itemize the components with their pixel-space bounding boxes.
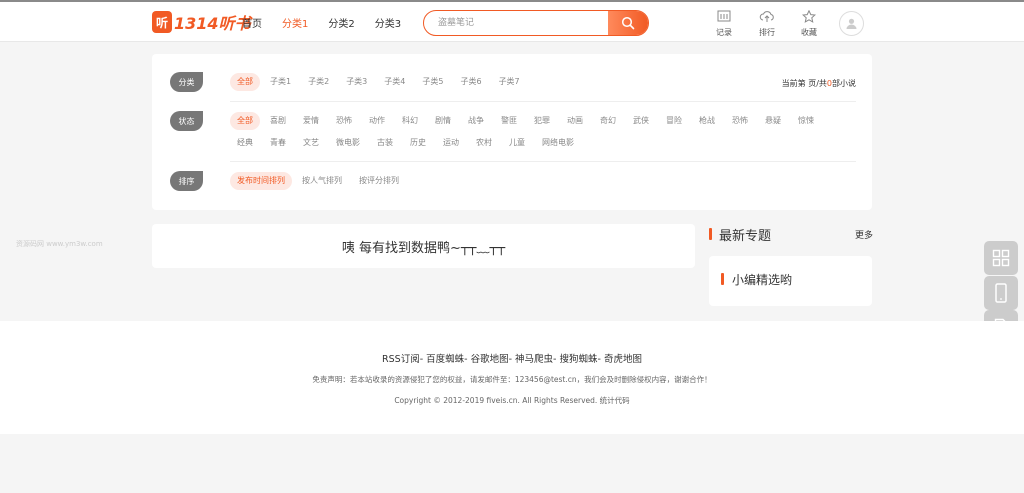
status-option[interactable]: 犯罪 xyxy=(527,112,557,130)
status-option[interactable]: 恐怖 xyxy=(725,112,755,130)
topic-card-title: 小编精选哟 xyxy=(732,273,793,287)
page-info-prefix: 当前第 xyxy=(781,79,806,88)
topics-header: 最新专题 更多 xyxy=(709,224,873,244)
status-option[interactable]: 历史 xyxy=(403,134,433,152)
category-tag: 分类 xyxy=(170,72,203,92)
category-option[interactable]: 子类1 xyxy=(263,73,298,91)
status-option[interactable]: 警匪 xyxy=(494,112,524,130)
search-icon xyxy=(621,16,635,30)
status-option[interactable]: 恐怖 xyxy=(329,112,359,130)
status-options: 全部 喜剧 爱情 恐怖 动作 科幻 剧情 战争 警匪 犯罪 动画 奇幻 武侠 冒险 枪战 恐怖 悬疑 惊悚 经典 青春… xyxy=(230,112,856,156)
footer-copyright: Copyright © 2012-2019 fiveis.cn. All Rig… xyxy=(394,396,630,405)
topics-title: 最新专题 xyxy=(719,229,772,244)
category-option[interactable]: 子类2 xyxy=(301,73,336,91)
category-option[interactable]: 子类7 xyxy=(492,73,527,91)
sort-options: 发布时间排列 按人气排列 按评分排列 xyxy=(230,172,856,194)
status-option[interactable]: 冒险 xyxy=(659,112,689,130)
site-logo[interactable]: 听 1314听书 xyxy=(152,9,251,35)
divider xyxy=(230,161,856,162)
qrcode-button[interactable] xyxy=(984,241,1018,275)
history-label: 记录 xyxy=(716,28,732,37)
topics-more-link[interactable]: 更多 xyxy=(855,228,873,241)
user-avatar[interactable] xyxy=(839,11,864,36)
status-row: 状态 全部 喜剧 爱情 恐怖 动作 科幻 剧情 战争 警匪 犯罪 动画 奇幻 武侠 冒险 枪战 恐怖 悬疑 惊悚经… xyxy=(170,111,856,155)
status-option[interactable]: 古装 xyxy=(370,134,400,152)
status-option[interactable]: 爱情 xyxy=(296,112,326,130)
status-option[interactable]: 经典 xyxy=(230,134,260,152)
nav-home[interactable]: 首页 xyxy=(242,15,262,30)
sort-option[interactable]: 发布时间排列 xyxy=(230,172,292,190)
logo-text: 1314听书 xyxy=(174,14,251,33)
watermark-text: 资源码网 www.ym3w.com xyxy=(16,240,103,248)
status-option[interactable]: 枪战 xyxy=(692,112,722,130)
search-box xyxy=(423,10,649,36)
status-option[interactable]: 战争 xyxy=(461,112,491,130)
category-options: 全部 子类1 子类2 子类3 子类4 子类5 子类6 子类7 xyxy=(230,73,746,95)
category-option[interactable]: 全部 xyxy=(230,73,260,91)
status-option[interactable]: 文艺 xyxy=(296,134,326,152)
footer: RSS订阅- 百度蜘蛛- 谷歌地图- 神马爬虫- 搜狗蜘蛛- 奇虎地图 免责声明… xyxy=(0,321,1024,434)
status-option[interactable]: 儿童 xyxy=(502,134,532,152)
empty-result-message: 咦 每有找到数据鸭~┬┬﹏┬┬ xyxy=(152,224,695,268)
page-info: 当前第 页/共0部小说 xyxy=(782,78,856,89)
category-row: 分类 全部 子类1 子类2 子类3 子类4 子类5 子类6 子类7 xyxy=(170,72,856,94)
status-option[interactable]: 奇幻 xyxy=(593,112,623,130)
status-option[interactable]: 动作 xyxy=(362,112,392,130)
title-accent-bar xyxy=(721,273,724,285)
status-option[interactable]: 动画 xyxy=(560,112,590,130)
title-accent-bar xyxy=(709,228,712,240)
filter-panel: 分类 全部 子类1 子类2 子类3 子类4 子类5 子类6 子类7 当前第 页/… xyxy=(152,54,872,210)
status-option[interactable]: 悬疑 xyxy=(758,112,788,130)
nav-category-2[interactable]: 分类2 xyxy=(328,15,354,30)
nav-category-1[interactable]: 分类1 xyxy=(282,15,308,30)
category-option[interactable]: 子类3 xyxy=(339,73,374,91)
upload-cloud-icon xyxy=(759,11,774,22)
divider xyxy=(230,101,856,102)
qrcode-icon xyxy=(992,249,1010,267)
status-option[interactable]: 科幻 xyxy=(395,112,425,130)
search-input[interactable] xyxy=(424,11,610,35)
sort-option[interactable]: 按评分排列 xyxy=(352,172,406,190)
ranking-button[interactable]: 排行 xyxy=(755,10,779,38)
user-icon xyxy=(846,18,857,29)
sort-row: 排序 发布时间排列 按人气排列 按评分排列 xyxy=(170,171,856,193)
category-option[interactable]: 子类4 xyxy=(377,73,412,91)
status-option[interactable]: 喜剧 xyxy=(263,112,293,130)
top-header: 听 1314听书 首页 分类1 分类2 分类3 记录 排行 收藏 xyxy=(0,0,1024,42)
status-option[interactable]: 运动 xyxy=(436,134,466,152)
status-option[interactable]: 农村 xyxy=(469,134,499,152)
status-option[interactable]: 剧情 xyxy=(428,112,458,130)
sort-tag: 排序 xyxy=(170,171,203,191)
sort-option[interactable]: 按人气排列 xyxy=(295,172,349,190)
ranking-label: 排行 xyxy=(759,28,775,37)
history-icon xyxy=(717,10,731,22)
nav-category-3[interactable]: 分类3 xyxy=(375,15,401,30)
star-icon xyxy=(801,9,817,23)
category-option[interactable]: 子类6 xyxy=(453,73,488,91)
page-info-suffix: 部小说 xyxy=(832,79,856,88)
logo-badge: 听 xyxy=(152,11,172,33)
favorites-label: 收藏 xyxy=(801,28,817,37)
search-button[interactable] xyxy=(608,11,648,35)
status-option[interactable]: 青春 xyxy=(263,134,293,152)
footer-links[interactable]: RSS订阅- 百度蜘蛛- 谷歌地图- 神马爬虫- 搜狗蜘蛛- 奇虎地图 xyxy=(0,351,1024,365)
favorites-button[interactable]: 收藏 xyxy=(797,9,821,38)
main-nav: 首页 分类1 分类2 分类3 xyxy=(242,15,421,30)
category-option[interactable]: 子类5 xyxy=(415,73,450,91)
page-info-mid: 页/共 xyxy=(808,79,827,88)
history-button[interactable]: 记录 xyxy=(712,10,736,38)
status-tag: 状态 xyxy=(170,111,203,131)
status-option[interactable]: 微电影 xyxy=(329,134,367,152)
status-option[interactable]: 惊悚 xyxy=(791,112,821,130)
mobile-button[interactable] xyxy=(984,276,1018,310)
mobile-icon xyxy=(995,283,1007,303)
status-option[interactable]: 武侠 xyxy=(626,112,656,130)
status-option[interactable]: 网络电影 xyxy=(535,134,581,152)
status-option[interactable]: 全部 xyxy=(230,112,260,130)
footer-disclaimer: 免责声明：若本站收录的资源侵犯了您的权益，请发邮件至：123456@test.c… xyxy=(312,375,712,384)
topic-card[interactable]: 小编精选哟 xyxy=(709,256,872,306)
